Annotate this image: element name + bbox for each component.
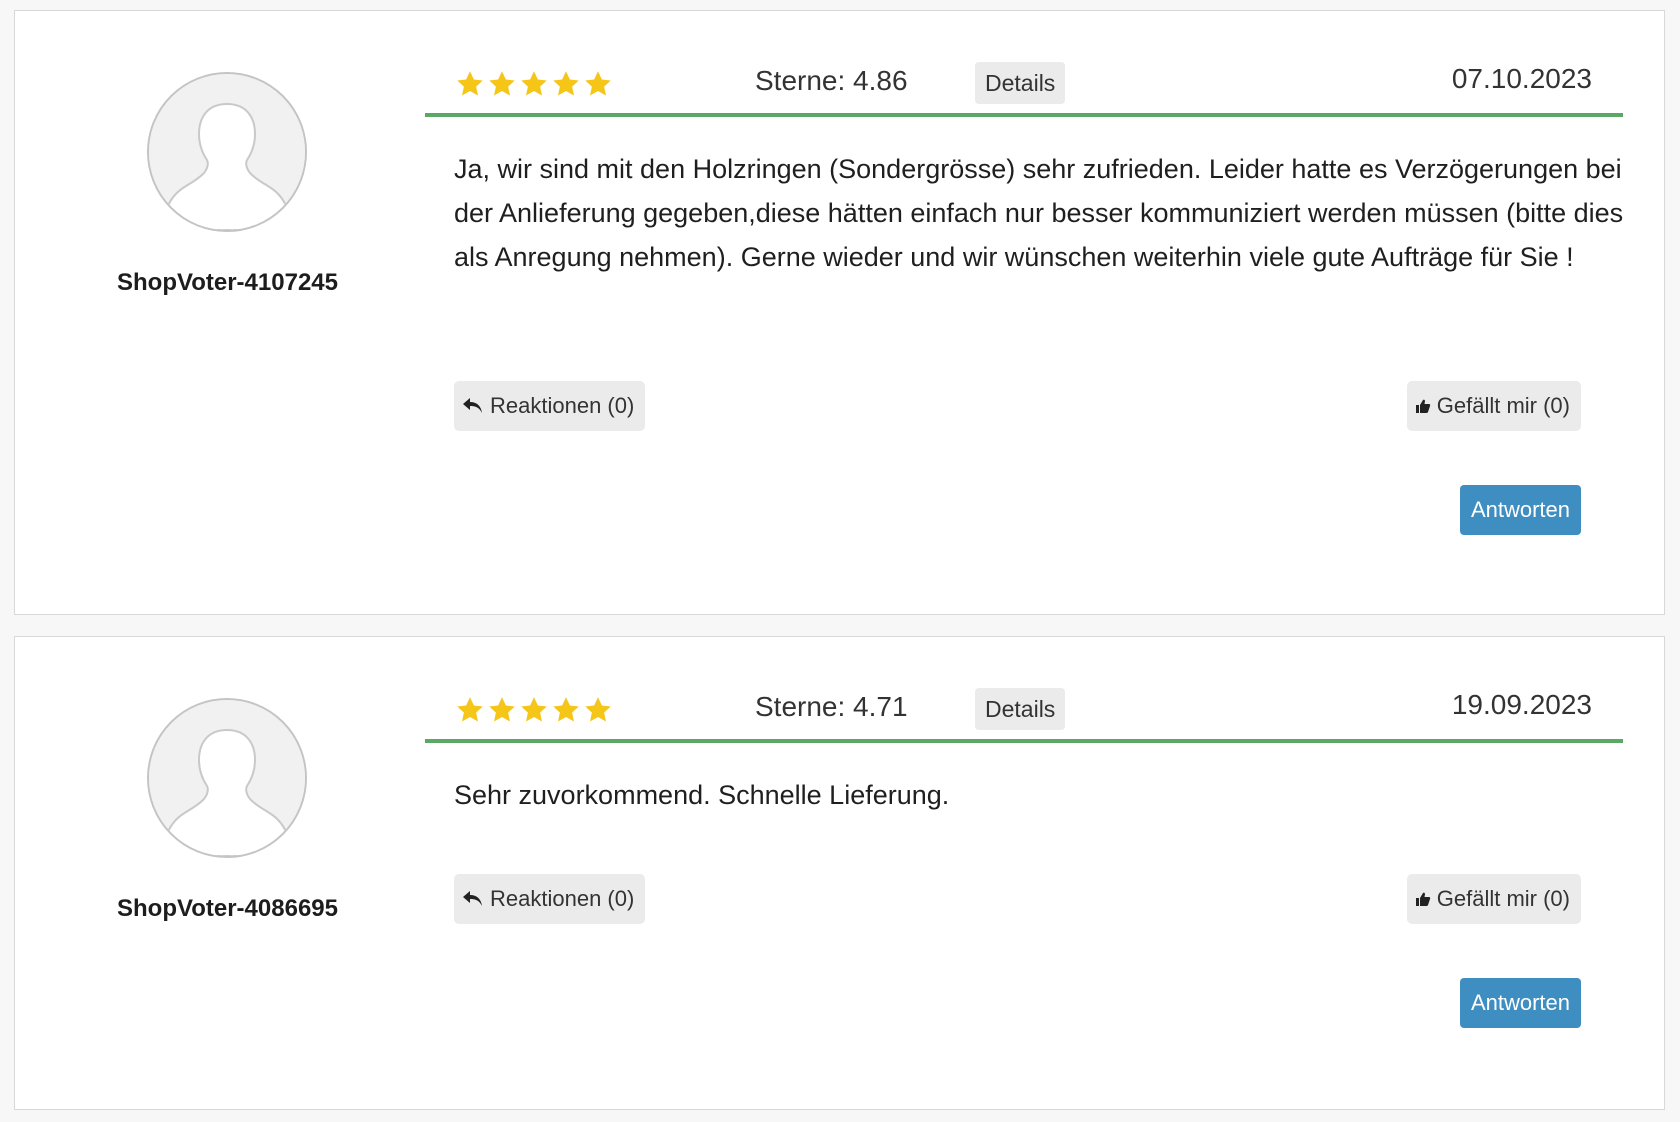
reply-arrow-icon [463, 398, 482, 413]
answer-button[interactable]: Antworten [1459, 978, 1581, 1028]
review-content: Sterne: 4.71 Details 19.09.2023 Sehr zuv… [425, 637, 1664, 1109]
like-button[interactable]: Gefällt mir (0) [1406, 874, 1581, 924]
star-icon [521, 697, 547, 722]
reactions-label: Reaktionen (0) [490, 886, 635, 911]
details-button[interactable]: Details [975, 688, 1066, 730]
star-icon [489, 697, 515, 722]
reactions-button[interactable]: Reaktionen (0) [454, 381, 646, 431]
like-button[interactable]: Gefällt mir (0) [1406, 381, 1581, 431]
thumbs-up-icon [1415, 399, 1430, 413]
avatar [147, 72, 307, 232]
review-header: Sterne: 4.71 Details 19.09.2023 [425, 673, 1623, 743]
review-card: ShopVoter-4086695 Sterne: 4.71 Details 1… [14, 636, 1665, 1110]
star-icon [585, 71, 611, 96]
star-score: Sterne: 4.86 [755, 65, 908, 96]
star-icon [585, 697, 611, 722]
author-name[interactable]: ShopVoter-4086695 [15, 895, 440, 923]
star-icon [457, 697, 483, 722]
star-rating [455, 695, 613, 729]
like-label: Gefällt mir (0) [1436, 886, 1570, 911]
like-label: Gefällt mir (0) [1436, 393, 1570, 418]
review-header: Sterne: 4.86 Details 07.10.2023 [425, 47, 1623, 117]
review-text: Sehr zuvorkommend. Schnelle Lieferung. [454, 780, 950, 810]
thumbs-up-icon [1415, 892, 1430, 906]
review-card: ShopVoter-4107245 Sterne: 4.86 Details 0… [14, 10, 1665, 615]
star-icon [521, 71, 547, 96]
review-date: 07.10.2023 [1451, 63, 1592, 94]
author-name[interactable]: ShopVoter-4107245 [15, 269, 440, 297]
reply-arrow-icon [463, 891, 482, 906]
answer-button[interactable]: Antworten [1459, 485, 1581, 535]
star-icon [457, 71, 483, 96]
star-rating [455, 69, 613, 103]
review-content: Sterne: 4.86 Details 07.10.2023 Ja, wir … [425, 11, 1664, 614]
user-silhouette-icon [149, 700, 305, 856]
details-button[interactable]: Details [975, 62, 1066, 104]
star-score: Sterne: 4.71 [755, 691, 908, 722]
user-silhouette-icon [149, 74, 305, 230]
star-icon [553, 697, 579, 722]
review-date: 19.09.2023 [1451, 689, 1592, 720]
reactions-button[interactable]: Reaktionen (0) [454, 874, 646, 924]
star-icon [489, 71, 515, 96]
reactions-label: Reaktionen (0) [490, 393, 635, 418]
star-icon [553, 71, 579, 96]
review-text: Ja, wir sind mit den Holzringen (Sonderg… [454, 154, 1624, 272]
avatar [147, 698, 307, 858]
